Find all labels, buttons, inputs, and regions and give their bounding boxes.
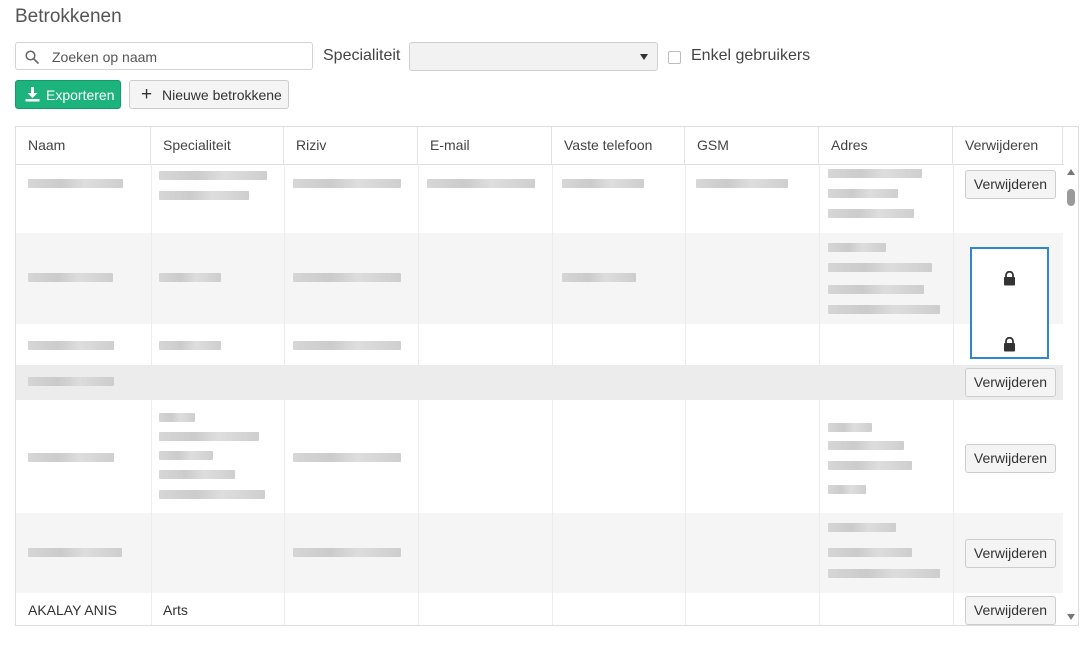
- redacted-specialty: [159, 432, 259, 441]
- redacted-address: [828, 169, 922, 178]
- redacted-landline: [562, 179, 644, 188]
- redacted-address: [828, 263, 932, 272]
- column-header-riziv[interactable]: Riziv: [284, 127, 418, 164]
- new-involved-button[interactable]: + Nieuwe betrokkene: [129, 80, 289, 109]
- lock-icon: [1004, 271, 1015, 286]
- redacted-address: [828, 209, 914, 218]
- redacted-mobile: [696, 179, 788, 188]
- redacted-address: [828, 189, 898, 198]
- chevron-down-icon: [640, 54, 648, 60]
- search-icon: [25, 50, 39, 64]
- column-header-email[interactable]: E-mail: [418, 127, 552, 164]
- redacted-email: [427, 179, 535, 188]
- specialty-select[interactable]: [409, 42, 658, 71]
- redacted-riziv: [293, 548, 401, 557]
- scrollbar-thumb[interactable]: [1067, 189, 1075, 206]
- redacted-name: [28, 377, 114, 386]
- redacted-specialty: [159, 470, 235, 479]
- redacted-address: [828, 305, 940, 314]
- redacted-specialty: [159, 171, 267, 180]
- column-header-name[interactable]: Naam: [16, 127, 151, 164]
- redacted-address: [828, 441, 904, 450]
- export-button[interactable]: Exporteren: [15, 80, 121, 109]
- redacted-landline: [562, 273, 636, 282]
- column-header-landline[interactable]: Vaste telefoon: [552, 127, 685, 164]
- lock-icon: [1004, 337, 1015, 352]
- redacted-name: [28, 341, 114, 350]
- table-header: Naam Specialiteit Riziv E-mail Vaste tel…: [16, 127, 1078, 165]
- scroll-down-icon[interactable]: [1067, 614, 1075, 620]
- redacted-address: [828, 243, 886, 252]
- table-row[interactable]: [16, 365, 1063, 400]
- redacted-name: [28, 453, 114, 462]
- specialty-cell: Arts: [163, 602, 188, 618]
- column-header-delete[interactable]: Verwijderen: [953, 127, 1063, 164]
- delete-button[interactable]: Verwijderen: [965, 596, 1056, 625]
- specialty-label: Specialiteit: [323, 47, 401, 64]
- page-title: Betrokkenen: [15, 6, 122, 27]
- download-icon: [25, 87, 40, 102]
- redacted-address: [828, 423, 872, 432]
- plus-icon: +: [141, 84, 153, 105]
- column-header-address[interactable]: Adres: [819, 127, 953, 164]
- export-button-label: Exporteren: [46, 87, 115, 103]
- redacted-riziv: [293, 341, 401, 350]
- redacted-address: [828, 461, 912, 470]
- redacted-name: [28, 273, 113, 282]
- name-cell: AKALAY ANIS: [28, 602, 117, 618]
- redacted-address: [828, 569, 940, 578]
- delete-button[interactable]: Verwijderen: [965, 444, 1056, 473]
- redacted-specialty: [159, 490, 265, 499]
- redacted-address: [828, 285, 924, 294]
- redacted-specialty: [159, 273, 221, 282]
- redacted-name: [28, 548, 122, 557]
- redacted-specialty: [159, 413, 195, 422]
- redacted-address: [828, 523, 896, 532]
- only-users-label[interactable]: Enkel gebruikers: [691, 47, 810, 65]
- column-header-mobile[interactable]: GSM: [685, 127, 819, 164]
- redacted-riziv: [293, 453, 401, 462]
- redacted-riziv: [293, 179, 401, 188]
- redacted-riziv: [293, 273, 401, 282]
- delete-button[interactable]: Verwijderen: [965, 170, 1056, 199]
- involved-table: Naam Specialiteit Riziv E-mail Vaste tel…: [15, 126, 1079, 626]
- locked-delete-cell: [970, 247, 1049, 359]
- redacted-address: [828, 485, 866, 494]
- only-users-checkbox[interactable]: [668, 51, 681, 64]
- redacted-address: [828, 548, 912, 557]
- table-scrollbar[interactable]: [1064, 164, 1078, 625]
- search-input[interactable]: [50, 46, 309, 68]
- column-header-specialty[interactable]: Specialiteit: [151, 127, 284, 164]
- redacted-specialty: [159, 341, 221, 350]
- new-involved-button-label: Nieuwe betrokkene: [162, 87, 282, 103]
- scroll-up-icon[interactable]: [1067, 169, 1075, 175]
- redacted-specialty: [159, 451, 213, 460]
- delete-button[interactable]: Verwijderen: [965, 368, 1056, 397]
- search-box[interactable]: [15, 42, 313, 70]
- redacted-specialty: [159, 191, 249, 200]
- delete-button[interactable]: Verwijderen: [965, 539, 1056, 568]
- redacted-name: [28, 179, 123, 188]
